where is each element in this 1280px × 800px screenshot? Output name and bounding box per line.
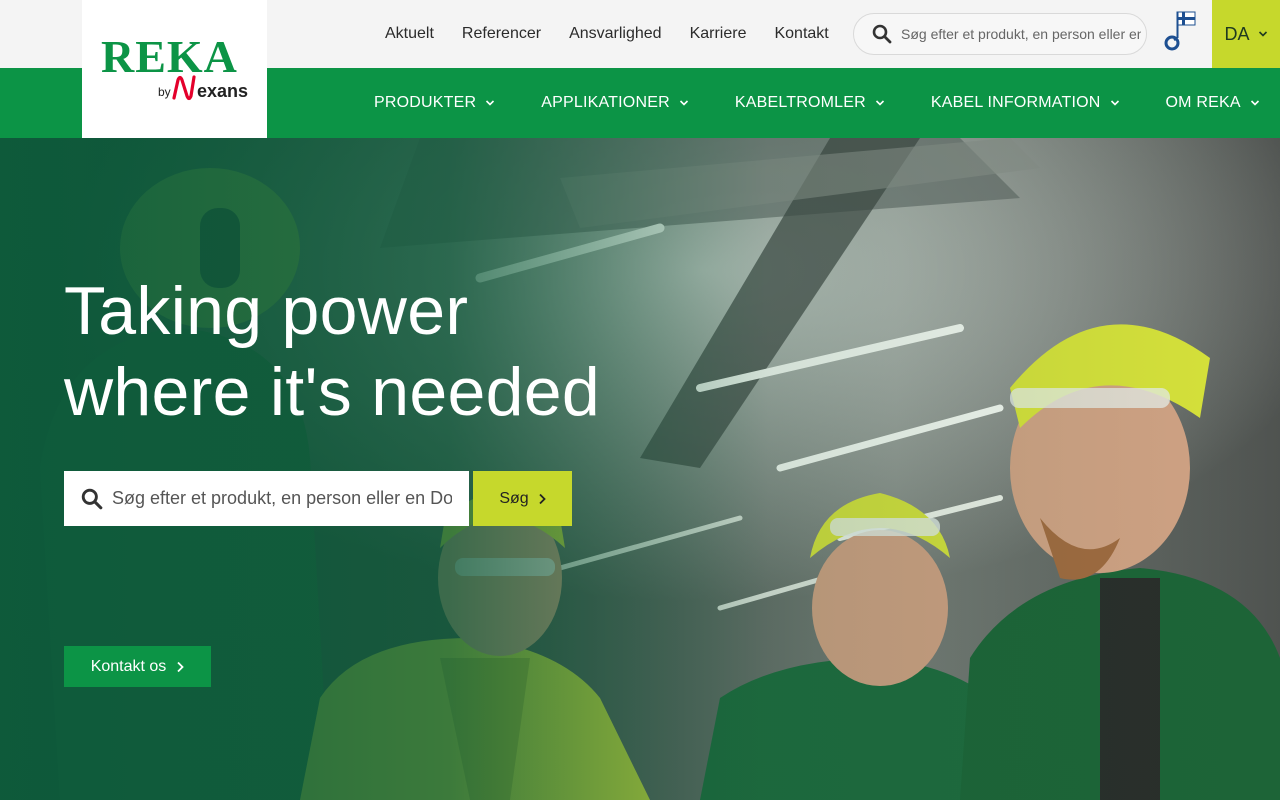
nav-kabel-information[interactable]: KABEL INFORMATION [931,94,1120,112]
nav-label: PRODUKTER [374,94,477,111]
chevron-right-icon [539,493,546,504]
chevron-down-icon [1250,100,1259,106]
top-link-karriere[interactable]: Karriere [676,0,761,68]
nav-kabeltromler[interactable]: KABELTROMLER [735,94,885,112]
nav-label: OM REKA [1165,94,1241,111]
search-button-label: Søg [499,489,529,507]
chevron-down-icon [1110,100,1119,106]
language-selected: DA [1224,23,1250,44]
hero-headline: Taking power where it's needed [64,271,600,433]
contact-button[interactable]: Kontakt os [64,646,211,687]
svg-text:exans: exans [197,81,248,101]
chevron-right-icon [177,661,185,672]
hero-search-input[interactable] [112,488,452,509]
top-link-ansvarlighed[interactable]: Ansvarlighed [555,0,676,68]
top-link-referencer[interactable]: Referencer [448,0,555,68]
header-search-input[interactable] [901,26,1141,42]
hero-headline-line2: where it's needed [64,354,600,430]
top-link-kontakt[interactable]: Kontakt [760,0,842,68]
chevron-down-icon [1258,31,1267,37]
nav-label: APPLIKATIONER [541,94,670,111]
nav-applikationer[interactable]: APPLIKATIONER [541,94,689,112]
key-flag-icon [1164,11,1196,51]
chevron-down-icon [679,100,688,106]
language-selector[interactable]: DA [1212,0,1280,68]
hero-headline-line1: Taking power [64,273,469,349]
reka-logo[interactable]: REKA by exans [82,0,267,138]
top-link-aktuelt[interactable]: Aktuelt [371,0,448,68]
contact-button-label: Kontakt os [90,657,167,675]
hero-search [64,471,469,526]
search-button[interactable]: Søg [473,471,572,526]
header-search [853,13,1147,55]
search-icon[interactable] [872,24,892,44]
nexans-logo-icon: exans [172,75,248,101]
logo-by: by [158,85,171,99]
chevron-down-icon [486,100,495,106]
nav-produkter[interactable]: PRODUKTER [374,94,495,112]
nav-label: KABEL INFORMATION [930,94,1101,111]
nav-om-reka[interactable]: OM REKA [1166,94,1260,112]
search-icon [81,488,103,509]
nav-label: KABELTROMLER [734,94,866,111]
hero-photo [0,138,1280,800]
chevron-down-icon [875,100,884,106]
hero-banner: Taking power where it's needed Søg Konta… [0,138,1280,800]
utility-nav: Aktuelt Referencer Ansvarlighed Karriere… [371,0,843,68]
